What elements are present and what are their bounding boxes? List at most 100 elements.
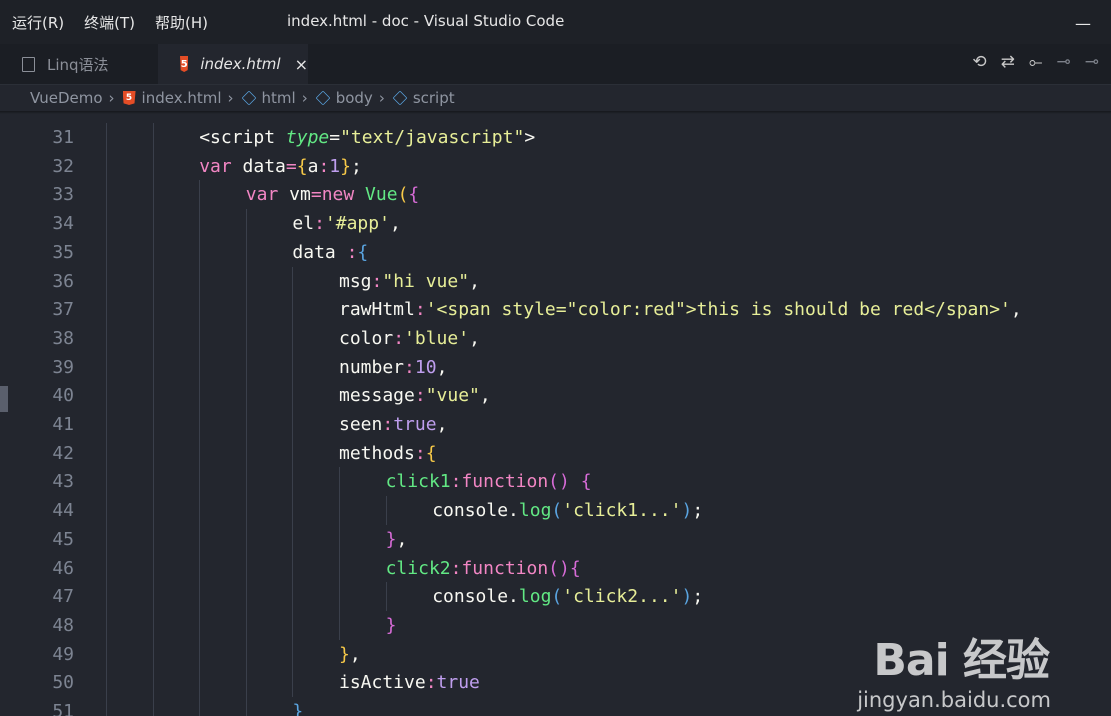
breadcrumb-file[interactable]: index.html	[142, 89, 222, 107]
indent-guide	[245, 610, 247, 640]
code-line[interactable]: 38 color:'blue',	[0, 323, 1111, 353]
code-line[interactable]: 34 el:'#app',	[0, 209, 1111, 239]
indent-guide	[245, 438, 247, 468]
indent-guide	[152, 352, 154, 382]
line-number: 33	[52, 184, 74, 206]
indent-guide	[106, 266, 107, 296]
indent-guide	[199, 668, 201, 698]
breadcrumb-html[interactable]: html	[262, 89, 296, 107]
code-line[interactable]: 39 number:10,	[0, 352, 1111, 382]
indent-guide	[199, 410, 201, 439]
tab-linq[interactable]: Linq语法	[0, 44, 157, 84]
indent-guide	[199, 524, 201, 554]
line-number: 40	[52, 385, 74, 407]
indent-guide	[106, 582, 107, 612]
code-line[interactable]: 44 console.log('click1...');	[0, 496, 1111, 526]
indent-guide	[245, 323, 247, 353]
indent-guide	[106, 151, 107, 181]
indent-guide	[245, 237, 247, 267]
next-change-icon[interactable]: ⊸	[1085, 52, 1099, 72]
indent-guide	[199, 610, 201, 640]
code-line[interactable]: 32 var data={a:1};	[0, 151, 1111, 181]
watermark-brand: Bai 经验	[873, 635, 1050, 686]
indent-guide	[292, 553, 294, 583]
indent-guide	[339, 524, 340, 554]
line-number: 44	[52, 500, 74, 522]
indent-guide	[292, 668, 294, 698]
indent-guide	[385, 582, 387, 612]
indent-guide	[106, 438, 107, 468]
indent-guide	[245, 524, 247, 554]
indent-guide	[199, 467, 201, 497]
breadcrumb-body[interactable]: body	[336, 89, 373, 107]
git-commit-icon[interactable]: ⟜	[1029, 52, 1043, 72]
code-line[interactable]: 47 console.log('click2...');	[0, 582, 1111, 612]
indent-guide	[152, 639, 154, 669]
history-icon[interactable]: ⟲	[972, 52, 986, 72]
indent-guide	[245, 381, 247, 411]
indent-guide	[152, 582, 154, 612]
breadcrumb-script[interactable]: script	[413, 89, 455, 107]
indent-guide	[199, 237, 201, 267]
indent-guide	[152, 610, 154, 640]
indent-guide	[245, 639, 247, 669]
indent-guide	[106, 352, 107, 382]
code-line[interactable]: 42 methods:{	[0, 438, 1111, 468]
compare-icon[interactable]: ⇄	[1001, 52, 1015, 72]
code-line[interactable]: 33 var vm=new Vue({	[0, 180, 1111, 210]
title-bar: 运行(R) 终端(T) 帮助(H) index.html - doc - Vis…	[0, 0, 1111, 44]
code-line[interactable]: 35 data :{	[0, 237, 1111, 267]
line-number: 32	[52, 155, 74, 177]
menu-terminal[interactable]: 终端(T)	[84, 12, 135, 33]
html5-icon: 5	[122, 91, 136, 105]
previous-change-icon[interactable]: ⊸	[1057, 52, 1071, 72]
indent-guide	[292, 438, 294, 468]
indent-guide	[106, 496, 107, 526]
code-line[interactable]: 46 click2:function(){	[0, 553, 1111, 583]
indent-guide	[152, 123, 154, 152]
chevron-right-icon: ›	[227, 89, 234, 107]
indent-guide	[106, 123, 107, 152]
breadcrumb-folder[interactable]: VueDemo	[30, 89, 103, 107]
tab-label: Linq语法	[47, 55, 109, 74]
code-line[interactable]: 45},	[0, 524, 1111, 554]
indent-guide	[152, 381, 154, 411]
code-text: },	[339, 643, 361, 665]
minimize-button[interactable]: —	[1075, 14, 1091, 33]
indent-guide	[152, 467, 154, 497]
code-line[interactable]: 37 rawHtml:'<span style="color:red">this …	[0, 295, 1111, 325]
indent-guide	[152, 237, 154, 267]
code-text: },	[385, 528, 408, 550]
line-number: 31	[52, 127, 74, 148]
watermark-url: jingyan.baidu.com	[857, 688, 1051, 712]
indent-guide	[245, 496, 247, 526]
code-line[interactable]: 40 message:"vue",	[0, 381, 1111, 411]
line-number: 42	[52, 442, 74, 464]
code-line[interactable]: 43 click1:function() {	[0, 467, 1111, 497]
indent-guide	[339, 496, 340, 526]
indent-guide	[199, 697, 201, 716]
indent-guide	[106, 697, 107, 716]
code-text: <script type="text/javascript">	[199, 127, 536, 148]
close-icon[interactable]: ×	[295, 55, 308, 74]
tab-index-html[interactable]: 5 index.html ×	[158, 44, 308, 84]
indent-guide	[245, 295, 247, 325]
code-text: var vm=new Vue({	[245, 184, 420, 206]
menu-help[interactable]: 帮助(H)	[155, 12, 208, 33]
indent-guide	[199, 352, 201, 382]
indent-guide	[245, 352, 247, 382]
code-line[interactable]: 36 msg:"hi vue",	[0, 266, 1111, 296]
code-line[interactable]: 31 <script type="text/javascript">	[0, 123, 1111, 152]
indent-guide	[339, 610, 340, 640]
indent-guide	[106, 668, 107, 698]
line-number: 43	[52, 471, 74, 493]
indent-guide	[199, 323, 201, 353]
indent-guide	[292, 467, 294, 497]
tab-bar: Linq语法 5 index.html ×	[0, 44, 1111, 85]
code-text: }	[385, 614, 397, 636]
menu-run[interactable]: 运行(R)	[12, 12, 64, 33]
line-number: 47	[52, 586, 74, 608]
indent-guide	[106, 180, 107, 210]
code-line[interactable]: 41 seen:true,	[0, 410, 1111, 439]
code-text: seen:true,	[339, 414, 448, 435]
